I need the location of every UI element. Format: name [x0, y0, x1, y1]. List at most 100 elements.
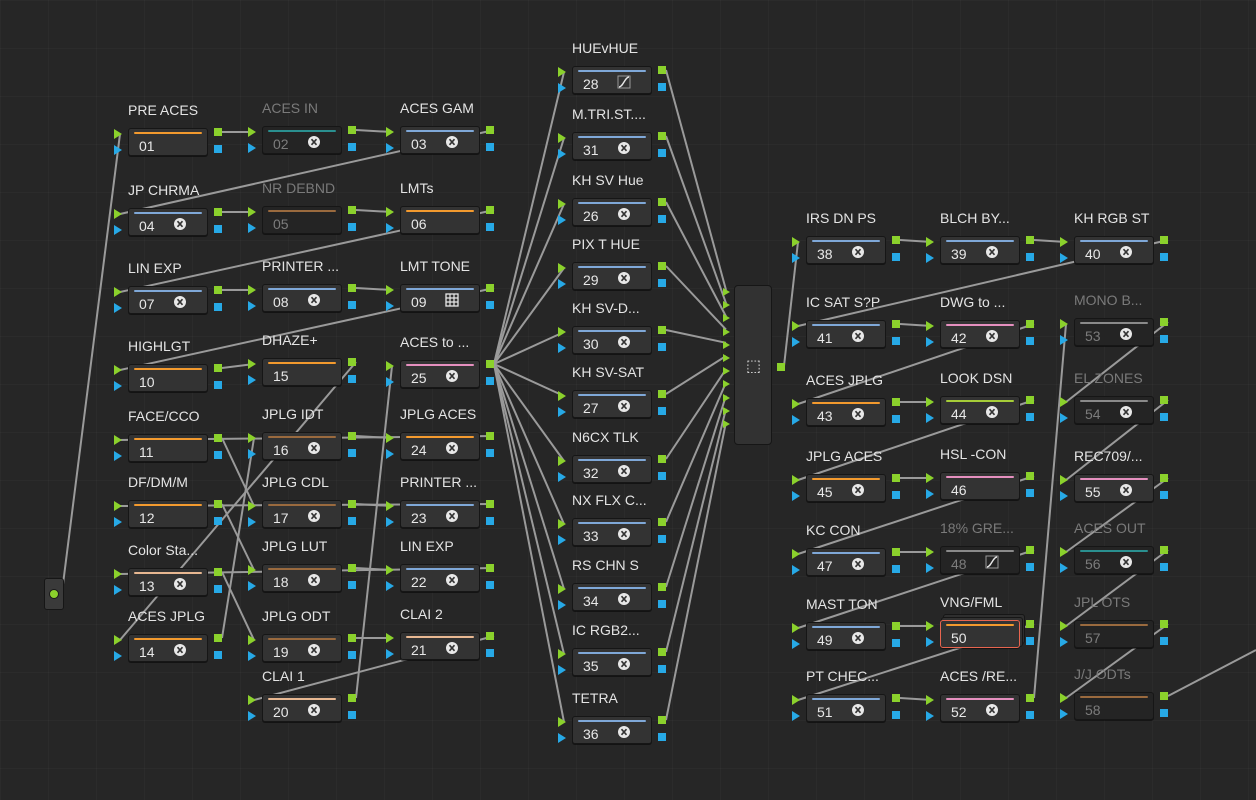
node-01[interactable]: PRE ACES 01 — [114, 102, 222, 156]
node-body[interactable]: 02 — [262, 126, 342, 154]
node-48[interactable]: 18% GRE... 48 — [926, 520, 1034, 574]
rgb-input-pin[interactable] — [386, 207, 394, 217]
key-input-pin[interactable] — [926, 637, 934, 647]
rgb-output-pin[interactable] — [658, 66, 666, 74]
key-input-pin[interactable] — [248, 449, 256, 459]
node-label[interactable]: PRINTER ... — [262, 258, 372, 274]
key-output-pin[interactable] — [658, 215, 666, 223]
node-label[interactable]: KC CON — [806, 522, 916, 538]
key-input-pin[interactable] — [558, 343, 566, 353]
node-body[interactable]: 13 — [128, 568, 208, 596]
rgb-input-pin[interactable] — [926, 547, 934, 557]
node-label[interactable]: KH SV Hue — [572, 172, 682, 188]
node-32[interactable]: N6CX TLK 32 — [558, 429, 666, 483]
key-input-pin[interactable] — [558, 149, 566, 159]
rgb-output-pin[interactable] — [892, 236, 900, 244]
node-body[interactable]: 19 — [262, 634, 342, 662]
node-12[interactable]: DF/DM/M 12 — [114, 474, 222, 528]
node-label[interactable]: VNG/FML — [940, 594, 1050, 610]
node-body[interactable]: 26 — [572, 198, 652, 226]
node-09[interactable]: LMT TONE 09 — [386, 258, 494, 312]
rgb-output-pin[interactable] — [658, 583, 666, 591]
node-33[interactable]: NX FLX C... 33 — [558, 492, 666, 546]
node-50[interactable]: VNG/FML 50 — [926, 594, 1034, 648]
key-input-pin[interactable] — [1060, 563, 1068, 573]
node-label[interactable]: RS CHN S — [572, 557, 682, 573]
rgb-output-pin[interactable] — [486, 432, 494, 440]
key-output-pin[interactable] — [348, 651, 356, 659]
key-output-pin[interactable] — [658, 733, 666, 741]
rgb-input-pin[interactable] — [792, 321, 800, 331]
node-body[interactable]: 10 — [128, 364, 208, 392]
rgb-input-pin[interactable] — [558, 649, 566, 659]
node-label[interactable]: FACE/CCO — [128, 408, 238, 424]
node-label[interactable]: KH RGB ST — [1074, 210, 1184, 226]
key-output-pin[interactable] — [658, 535, 666, 543]
rgb-input-pin[interactable] — [386, 361, 394, 371]
node-36[interactable]: TETRA 36 — [558, 690, 666, 744]
rgb-input-pin[interactable] — [1060, 547, 1068, 557]
key-input-pin[interactable] — [558, 83, 566, 93]
node-label[interactable]: EL ZONES — [1074, 370, 1184, 386]
key-output-pin[interactable] — [892, 253, 900, 261]
node-body[interactable]: 52 — [940, 694, 1020, 722]
rgb-output-pin[interactable] — [348, 694, 356, 702]
node-body[interactable]: 17 — [262, 500, 342, 528]
node-body[interactable]: 46 — [940, 472, 1020, 500]
node-body[interactable]: 49 — [806, 622, 886, 650]
node-body[interactable]: 29 — [572, 262, 652, 290]
node-label[interactable]: ACES /RE... — [940, 668, 1050, 684]
key-input-pin[interactable] — [1060, 413, 1068, 423]
node-label[interactable]: IC RGB2... — [572, 622, 682, 638]
node-26[interactable]: KH SV Hue 26 — [558, 172, 666, 226]
node-label[interactable]: LIN EXP — [400, 538, 510, 554]
node-body[interactable]: 40 — [1074, 236, 1154, 264]
node-label[interactable]: JPLG ACES — [806, 448, 916, 464]
rgb-output-pin[interactable] — [1160, 620, 1168, 628]
node-label[interactable]: BLCH BY... — [940, 210, 1050, 226]
key-input-pin[interactable] — [1060, 335, 1068, 345]
key-input-pin[interactable] — [248, 223, 256, 233]
node-body[interactable]: 33 — [572, 518, 652, 546]
key-output-pin[interactable] — [658, 407, 666, 415]
key-input-pin[interactable] — [386, 517, 394, 527]
rgb-input-pin[interactable] — [114, 435, 122, 445]
rgb-input-pin[interactable] — [792, 237, 800, 247]
rgb-output-pin[interactable] — [1026, 620, 1034, 628]
node-label[interactable]: PRE ACES — [128, 102, 238, 118]
node-label[interactable]: JPL OTS — [1074, 594, 1184, 610]
mixer-input-pin[interactable] — [723, 301, 730, 310]
key-input-pin[interactable] — [926, 337, 934, 347]
key-output-pin[interactable] — [214, 303, 222, 311]
rgb-input-pin[interactable] — [114, 129, 122, 139]
node-body[interactable]: 03 — [400, 126, 480, 154]
key-input-pin[interactable] — [248, 375, 256, 385]
key-input-pin[interactable] — [114, 225, 122, 235]
key-output-pin[interactable] — [486, 649, 494, 657]
node-23[interactable]: PRINTER ... 23 — [386, 474, 494, 528]
rgb-output-pin[interactable] — [348, 126, 356, 134]
key-input-pin[interactable] — [558, 665, 566, 675]
node-body[interactable]: 01 — [128, 128, 208, 156]
key-input-pin[interactable] — [558, 472, 566, 482]
node-41[interactable]: IC SAT S?P 41 — [792, 294, 900, 348]
rgb-output-pin[interactable] — [348, 432, 356, 440]
key-output-pin[interactable] — [658, 665, 666, 673]
node-body[interactable]: 47 — [806, 548, 886, 576]
layer-mixer-node[interactable]: ⬚ — [723, 285, 785, 445]
node-label[interactable]: Color Sta... — [128, 542, 238, 558]
node-label[interactable]: NR DEBND — [262, 180, 372, 196]
node-11[interactable]: FACE/CCO 11 — [114, 408, 222, 462]
rgb-input-pin[interactable] — [558, 67, 566, 77]
key-input-pin[interactable] — [248, 651, 256, 661]
node-label[interactable]: ACES IN — [262, 100, 372, 116]
rgb-input-pin[interactable] — [248, 565, 256, 575]
key-input-pin[interactable] — [792, 253, 800, 263]
key-input-pin[interactable] — [926, 711, 934, 721]
node-10[interactable]: HIGHLGT 10 — [114, 338, 222, 392]
rgb-input-pin[interactable] — [248, 127, 256, 137]
key-input-pin[interactable] — [386, 377, 394, 387]
rgb-output-pin[interactable] — [658, 648, 666, 656]
rgb-output-pin[interactable] — [658, 326, 666, 334]
rgb-input-pin[interactable] — [558, 584, 566, 594]
